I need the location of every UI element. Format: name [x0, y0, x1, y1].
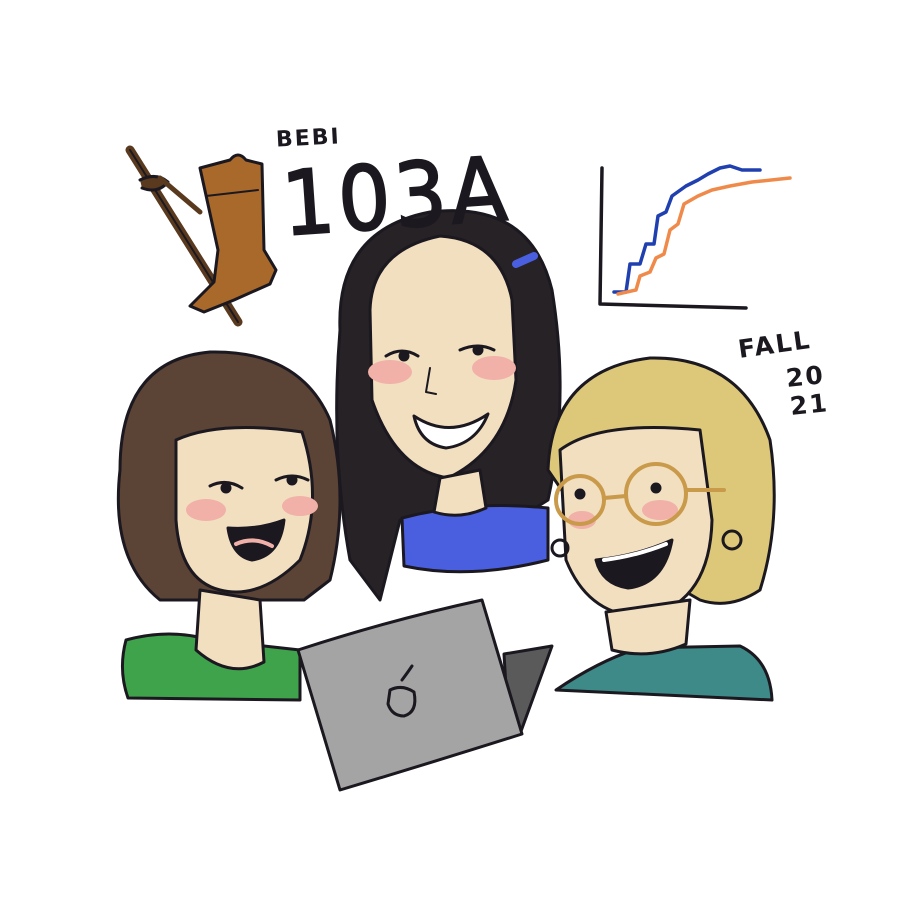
drawing: [116, 145, 792, 792]
person-middle: [335, 209, 562, 602]
laptop-icon: [296, 598, 554, 792]
course-code-label: BEBI: [275, 124, 342, 153]
boot-icon: [188, 153, 278, 314]
illustration-canvas: BEBI 103A FALL 20 21: [0, 0, 900, 900]
course-number-label: 103A: [278, 137, 515, 257]
year-label-bottom: 21: [788, 388, 831, 421]
person-right: [546, 356, 776, 702]
step-plot-icon: [598, 164, 792, 310]
